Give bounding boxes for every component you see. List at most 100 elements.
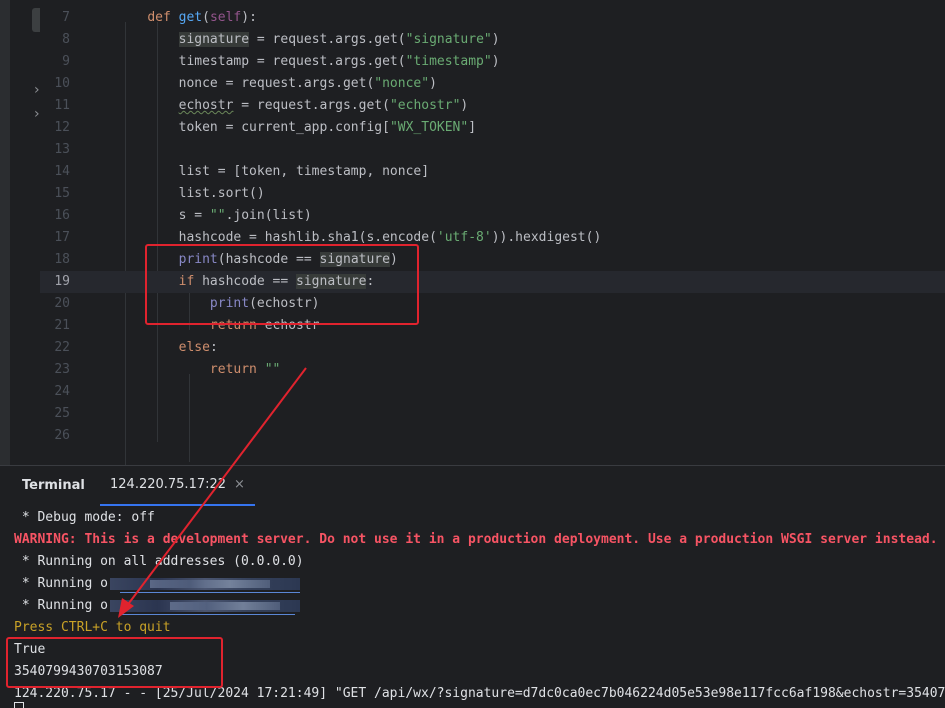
code-line[interactable]: 25 bbox=[40, 403, 945, 425]
chevron-right-icon[interactable]: › bbox=[34, 82, 40, 98]
code-token: signature bbox=[178, 32, 250, 47]
code-token: .join(list) bbox=[225, 208, 312, 223]
code-line[interactable]: 15 list.sort() bbox=[40, 183, 945, 205]
code-text[interactable]: signature = request.args.get("signature"… bbox=[116, 29, 500, 51]
terminal-line: * Running o bbox=[14, 598, 108, 613]
code-line[interactable]: 22 else: bbox=[40, 337, 945, 359]
line-number[interactable]: 15 bbox=[40, 183, 70, 205]
line-number[interactable]: 17 bbox=[40, 227, 70, 249]
code-token: hashcode = hashlib.sha1(s.encode( bbox=[116, 230, 437, 245]
code-token: else bbox=[178, 340, 210, 355]
redacted-link-underline bbox=[120, 592, 300, 593]
line-number[interactable]: 16 bbox=[40, 205, 70, 227]
chevron-right-icon[interactable]: › bbox=[34, 106, 40, 122]
line-number[interactable]: 13 bbox=[40, 139, 70, 161]
code-text[interactable]: return "" bbox=[116, 359, 280, 381]
code-token: ] bbox=[468, 120, 477, 135]
line-number[interactable]: 8 bbox=[40, 29, 70, 51]
output-annotation-box bbox=[6, 637, 223, 688]
code-token: ) bbox=[429, 76, 437, 91]
code-token: "signature" bbox=[405, 32, 492, 47]
code-text[interactable]: list.sort() bbox=[116, 183, 265, 205]
code-text[interactable]: list = [token, timestamp, nonce] bbox=[116, 161, 429, 183]
code-token: ) bbox=[491, 54, 500, 69]
code-line[interactable]: 11 echostr = request.args.get("echostr") bbox=[40, 95, 945, 117]
line-number[interactable]: 25 bbox=[40, 403, 70, 425]
code-editor[interactable]: 7 def get(self): 8 signature = request.ar… bbox=[40, 0, 945, 465]
code-token: "timestamp" bbox=[405, 54, 492, 69]
code-line[interactable]: 16 s = "".join(list) bbox=[40, 205, 945, 227]
tool-window-strip bbox=[0, 0, 10, 465]
code-token: "echostr" bbox=[389, 98, 461, 113]
code-text[interactable]: token = current_app.config["WX_TOKEN"] bbox=[116, 117, 476, 139]
code-token: ( bbox=[202, 10, 210, 25]
code-line[interactable]: 10 nonce = request.args.get("nonce") bbox=[40, 73, 945, 95]
code-line[interactable]: 7 def get(self): bbox=[40, 7, 945, 29]
redacted-address bbox=[150, 580, 270, 588]
code-token: def bbox=[147, 10, 179, 25]
code-token: "" bbox=[264, 362, 281, 377]
terminal-line: * Running o bbox=[14, 576, 108, 591]
code-token: : bbox=[209, 340, 218, 355]
terminal-title[interactable]: Terminal bbox=[22, 478, 85, 493]
code-token: list = [token, timestamp, nonce] bbox=[116, 164, 430, 179]
code-token: ): bbox=[241, 10, 257, 25]
line-number[interactable]: 12 bbox=[40, 117, 70, 139]
line-number[interactable]: 11 bbox=[40, 95, 70, 117]
code-text[interactable]: else: bbox=[116, 337, 218, 359]
terminal-line: * Debug mode: off bbox=[14, 510, 155, 525]
code-token: return bbox=[209, 362, 265, 377]
line-number[interactable]: 7 bbox=[40, 7, 70, 29]
code-token: timestamp = request.args.get( bbox=[116, 54, 406, 69]
line-number[interactable]: 9 bbox=[40, 51, 70, 73]
code-text[interactable]: def get(self): bbox=[116, 7, 257, 29]
redacted-link-underline bbox=[120, 614, 295, 615]
terminal-line: * Running on all addresses (0.0.0.0) bbox=[14, 554, 304, 569]
code-text[interactable]: nonce = request.args.get("nonce") bbox=[116, 73, 437, 95]
code-token: get bbox=[178, 10, 203, 25]
line-number[interactable]: 21 bbox=[40, 315, 70, 337]
code-line[interactable]: 8 signature = request.args.get("signatur… bbox=[40, 29, 945, 51]
code-token: "WX_TOKEN" bbox=[389, 120, 469, 135]
code-token: token = current_app.config[ bbox=[116, 120, 390, 135]
code-line[interactable]: 14 list = [token, timestamp, nonce] bbox=[40, 161, 945, 183]
terminal-header: Terminal 124.220.75.17:22 × bbox=[0, 466, 945, 506]
line-number[interactable]: 23 bbox=[40, 359, 70, 381]
code-line[interactable]: 26 bbox=[40, 425, 945, 447]
code-line[interactable]: 13 bbox=[40, 139, 945, 161]
line-number[interactable]: 22 bbox=[40, 337, 70, 359]
line-number[interactable]: 14 bbox=[40, 161, 70, 183]
code-line[interactable]: 12 token = current_app.config["WX_TOKEN"… bbox=[40, 117, 945, 139]
close-icon[interactable]: × bbox=[234, 477, 245, 492]
code-text[interactable]: s = "".join(list) bbox=[116, 205, 312, 227]
line-number[interactable]: 20 bbox=[40, 293, 70, 315]
code-line[interactable]: 24 bbox=[40, 381, 945, 403]
code-token: )).hexdigest() bbox=[491, 230, 602, 245]
code-text[interactable]: timestamp = request.args.get("timestamp"… bbox=[116, 51, 500, 73]
terminal-session-tab[interactable]: 124.220.75.17:22 × bbox=[100, 466, 255, 506]
code-token: = request.args.get( bbox=[233, 98, 390, 113]
code-token: nonce = request.args.get( bbox=[116, 76, 375, 91]
terminal-cursor bbox=[14, 702, 24, 708]
line-number[interactable]: 24 bbox=[40, 381, 70, 403]
terminal-session-tab-label: 124.220.75.17:22 bbox=[110, 477, 227, 492]
terminal-line: WARNING: This is a development server. D… bbox=[14, 532, 938, 547]
terminal-line: Press CTRL+C to quit bbox=[14, 620, 171, 635]
code-token: list.sort() bbox=[116, 186, 265, 201]
project-sidebar: › › bbox=[10, 0, 48, 465]
code-line[interactable]: 23 return "" bbox=[40, 359, 945, 381]
code-text[interactable]: echostr = request.args.get("echostr") bbox=[116, 95, 469, 117]
code-token: ) bbox=[491, 32, 500, 47]
line-number[interactable]: 18 bbox=[40, 249, 70, 271]
line-number[interactable]: 19 bbox=[40, 271, 70, 293]
code-token: self bbox=[209, 10, 242, 25]
code-token: "nonce" bbox=[374, 76, 430, 91]
line-number[interactable]: 26 bbox=[40, 425, 70, 447]
code-token: s = bbox=[116, 208, 210, 223]
line-number[interactable]: 10 bbox=[40, 73, 70, 95]
code-line[interactable]: 9 timestamp = request.args.get("timestam… bbox=[40, 51, 945, 73]
